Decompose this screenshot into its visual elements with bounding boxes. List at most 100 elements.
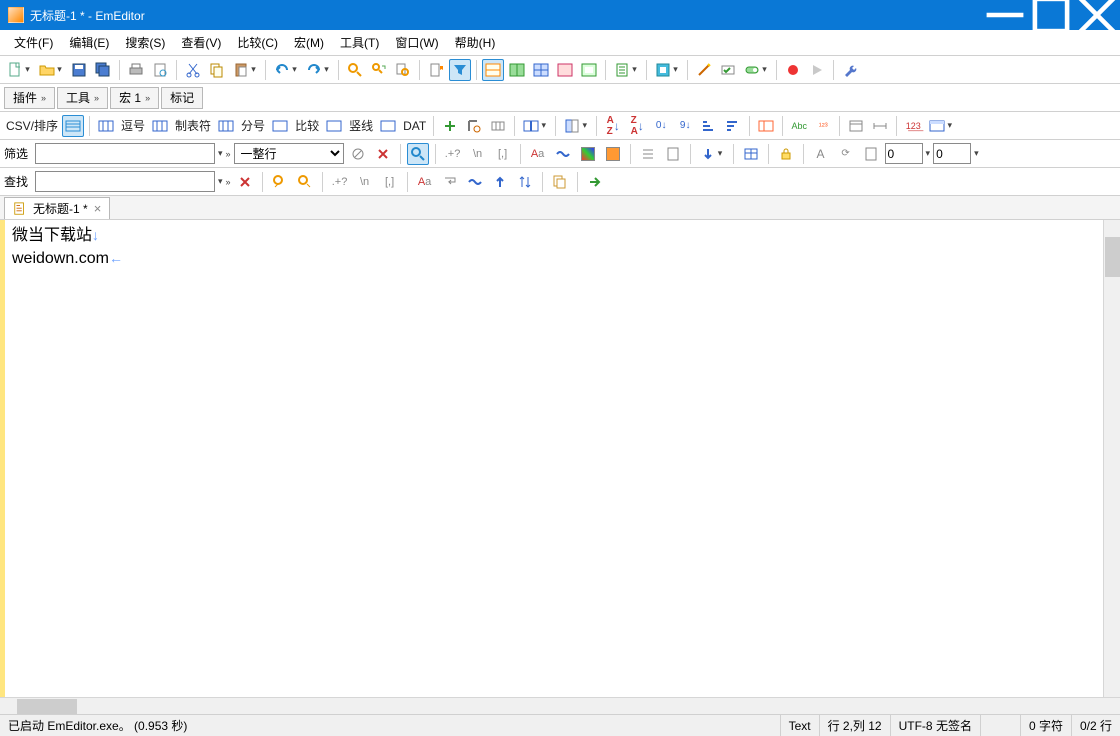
find-regex-button[interactable]: .+? [329,171,351,193]
layout-h-button[interactable] [482,59,504,81]
find-word-button[interactable] [464,171,486,193]
copy-button[interactable] [206,59,228,81]
filter-regex-button[interactable]: .+? [442,143,464,165]
filter-clear-button[interactable] [347,143,369,165]
filter-wavy-button[interactable] [552,143,574,165]
menu-view[interactable]: 查看(V) [173,31,229,54]
horizontal-scrollbar[interactable] [0,697,1120,714]
menu-edit[interactable]: 编辑(E) [61,31,117,54]
find-alldocs-button[interactable] [549,171,571,193]
filter-close-button[interactable] [372,143,394,165]
status-mode[interactable]: Text [781,715,820,736]
find-escape-button[interactable]: \n [354,171,376,193]
menu-tools[interactable]: 工具(T) [332,31,387,54]
find-brackets-button[interactable]: [,] [379,171,401,193]
find-wrap-button[interactable] [439,171,461,193]
filter-color-button[interactable] [577,143,599,165]
doc-tab-1[interactable]: 无标题-1 * × [4,197,110,219]
paste-button[interactable]: ▾ [230,59,260,81]
find-in-files-button[interactable] [392,59,414,81]
filter-list-button[interactable] [637,143,659,165]
check-button[interactable] [717,59,739,81]
csv-compare-button[interactable] [269,115,291,137]
filter-doc2-button[interactable] [860,143,882,165]
filter-brackets-button[interactable]: [,] [492,143,514,165]
sort-za-button[interactable]: ZA↓ [626,115,648,137]
menu-macro[interactable]: 宏(M) [286,31,332,54]
status-pos[interactable]: 行 2,列 12 [820,715,891,736]
add-col-button[interactable] [439,115,461,137]
csv-vline-button[interactable] [323,115,345,137]
split-cols-button[interactable]: ▾ [520,115,550,137]
freeze-button[interactable]: ▾ [561,115,591,137]
filter-scope-select[interactable]: 一整行 [234,143,344,164]
redo-button[interactable]: ▾ [303,59,333,81]
num-format-button[interactable]: 1̲2̲3̲ [902,115,924,137]
save-all-button[interactable] [92,59,114,81]
open-file-button[interactable]: ▾ [36,59,66,81]
csv-comma-button[interactable] [95,115,117,137]
print-preview-button[interactable] [149,59,171,81]
print-button[interactable] [125,59,147,81]
find-go-button[interactable] [584,171,606,193]
play-macro-button[interactable] [806,59,828,81]
status-encoding[interactable]: UTF-8 无签名 [891,715,981,736]
layout-grid-button[interactable] [530,59,552,81]
menu-search[interactable]: 搜索(S) [117,31,173,54]
filter-table-button[interactable] [740,143,762,165]
save-button[interactable] [68,59,90,81]
minimize-button[interactable] [982,0,1028,30]
layout-v-button[interactable] [506,59,528,81]
wand-button[interactable] [693,59,715,81]
mark-123-button[interactable]: ¹²³ [812,115,834,137]
menu-help[interactable]: 帮助(H) [447,31,504,54]
bookmarks-button[interactable] [425,59,447,81]
find-up-button[interactable] [489,171,511,193]
editor-area[interactable]: 微当下载站↓ weidown.com← [0,220,1120,714]
doc-tab-close[interactable]: × [94,201,102,216]
sort-numa-button[interactable]: 0↓ [650,115,672,137]
record-macro-button[interactable] [782,59,804,81]
sort-multi-button[interactable] [755,115,777,137]
menu-window[interactable]: 窗口(W) [387,31,446,54]
sort-len-a-button[interactable] [698,115,720,137]
col-tools-button[interactable] [463,115,485,137]
sort-numd-button[interactable]: 9↓ [674,115,696,137]
filter-input[interactable] [35,143,215,164]
menu-compare[interactable]: 比较(C) [229,31,286,54]
find-dd[interactable]: ▾ [218,176,223,187]
filter-spin2[interactable] [933,143,971,164]
find-updown-button[interactable] [514,171,536,193]
plugins-button[interactable]: ▾ [652,59,682,81]
undo-button[interactable]: ▾ [271,59,301,81]
tb-macro1[interactable]: 宏 1» [110,87,159,109]
filter-zoom-button[interactable] [407,143,429,165]
wrench-button[interactable] [839,59,861,81]
csv-none-button[interactable] [62,115,84,137]
layout-min-button[interactable] [578,59,600,81]
col-props-button[interactable] [487,115,509,137]
csv-dat-button[interactable] [377,115,399,137]
find-input[interactable] [35,171,215,192]
mark-abc-button[interactable]: Abc [788,115,810,137]
filter-auto-button[interactable]: ⟳ [835,143,857,165]
close-button[interactable] [1074,0,1120,30]
tb-plugins[interactable]: 插件» [4,87,55,109]
csv-semi-button[interactable] [215,115,237,137]
filter-more[interactable]: » [226,149,231,159]
tb-markers[interactable]: 标记 [161,87,203,109]
menu-file[interactable]: 文件(F) [6,31,61,54]
toggle-button[interactable]: ▾ [741,59,771,81]
tb-tools[interactable]: 工具» [57,87,108,109]
layout-single-button[interactable] [554,59,576,81]
find-button[interactable] [344,59,366,81]
filter-doc-button[interactable] [662,143,684,165]
sort-az-button[interactable]: AZ↓ [602,115,624,137]
find-close-button[interactable] [234,171,256,193]
col-width-button[interactable] [869,115,891,137]
filter-down-button[interactable]: ▾ [697,143,727,165]
filter-button[interactable] [449,59,471,81]
filter-lock-button[interactable] [775,143,797,165]
filter-dd[interactable]: ▾ [218,148,223,159]
editor-content[interactable]: 微当下载站↓ weidown.com← [0,220,1120,270]
